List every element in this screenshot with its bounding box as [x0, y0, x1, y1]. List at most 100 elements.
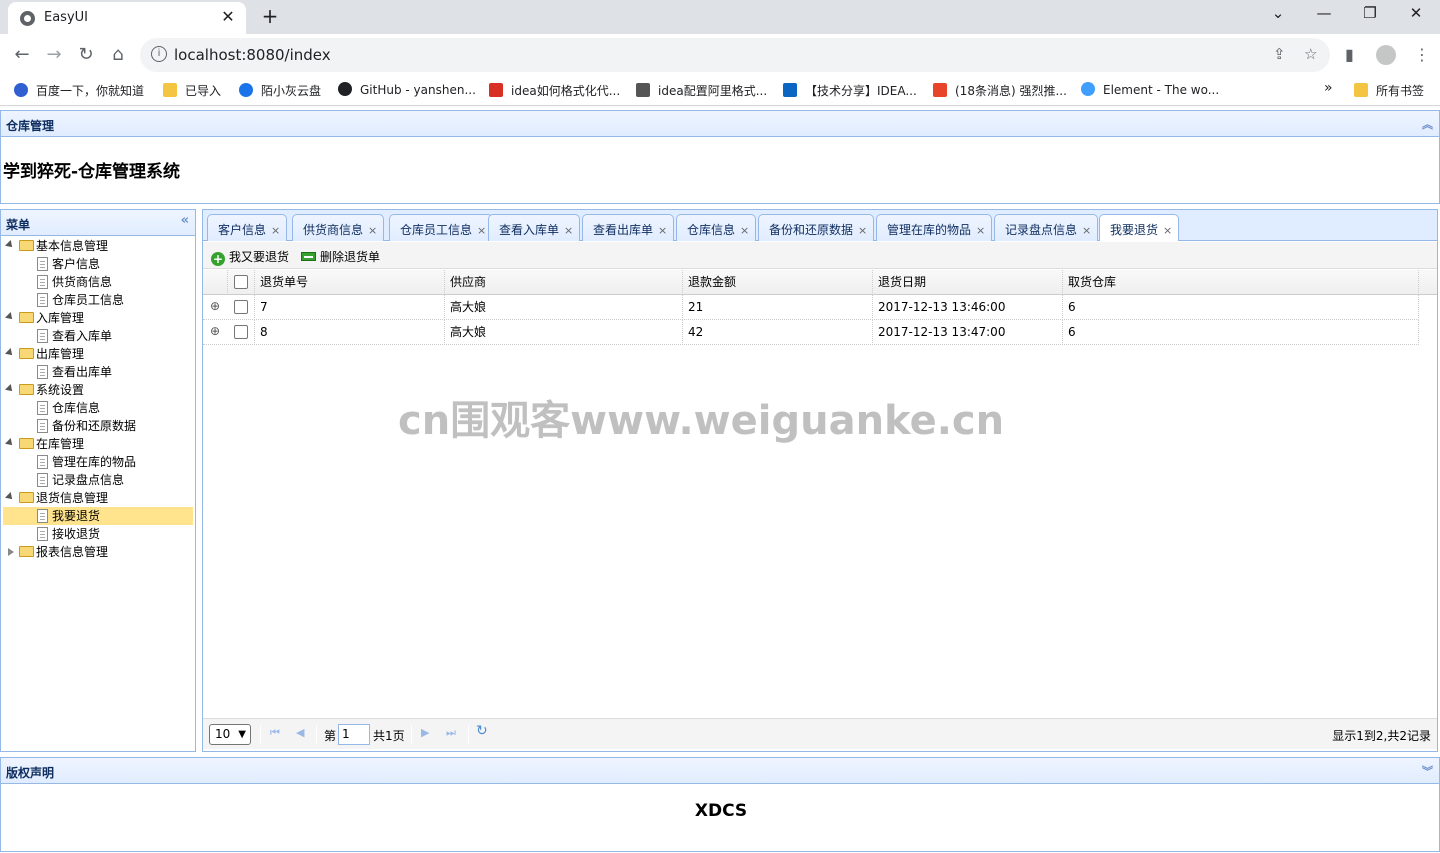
- row-checkbox[interactable]: [234, 325, 248, 339]
- page-number-input[interactable]: 1: [338, 724, 370, 745]
- bookmark-item[interactable]: idea配置阿里格式...: [636, 82, 767, 99]
- home-icon[interactable]: ⌂: [106, 44, 130, 65]
- column-header[interactable]: 取货仓库: [1063, 270, 1419, 295]
- menu-item[interactable]: 客户信息: [3, 255, 193, 273]
- row-expand-icon[interactable]: ⊕: [210, 325, 220, 337]
- browser-tab[interactable]: EasyUI ✕: [8, 2, 246, 34]
- tab-close-icon[interactable]: ×: [658, 224, 667, 237]
- expanded-arrow-icon[interactable]: [5, 492, 15, 502]
- menu-item[interactable]: 仓库员工信息: [3, 291, 193, 309]
- row-checkbox[interactable]: [234, 300, 248, 314]
- tab-close-icon[interactable]: ×: [740, 224, 749, 237]
- tab-close-icon[interactable]: ×: [477, 224, 486, 237]
- close-tab-icon[interactable]: ✕: [218, 7, 238, 26]
- collapse-left-icon[interactable]: «: [181, 213, 189, 228]
- tab[interactable]: 仓库信息 ×: [676, 214, 757, 241]
- select-all-checkbox[interactable]: [234, 275, 248, 289]
- menu-folder[interactable]: 系统设置: [3, 381, 193, 399]
- bookmark-star-icon[interactable]: ☆: [1304, 45, 1317, 63]
- bookmark-item[interactable]: 【技术分享】IDEA...: [783, 82, 917, 99]
- tab-close-icon[interactable]: ×: [368, 224, 377, 237]
- tab[interactable]: 查看入库单 ×: [488, 214, 581, 241]
- sidebar-icon[interactable]: ▮: [1345, 45, 1354, 64]
- expanded-arrow-icon[interactable]: [5, 438, 15, 448]
- expanded-arrow-icon[interactable]: [5, 348, 15, 358]
- first-page-icon[interactable]: ⏮: [270, 726, 280, 740]
- share-icon[interactable]: ⇪: [1273, 45, 1286, 63]
- expanded-arrow-icon[interactable]: [5, 240, 15, 250]
- tab[interactable]: 查看出库单 ×: [582, 214, 675, 241]
- tab-close-icon[interactable]: ×: [976, 224, 985, 237]
- collapse-down-icon[interactable]: ︾: [1422, 763, 1433, 779]
- tab[interactable]: 我要退货 ×: [1099, 214, 1180, 242]
- more-bookmarks-icon[interactable]: »: [1324, 80, 1333, 96]
- tab-close-icon[interactable]: ×: [1082, 224, 1091, 237]
- table-row[interactable]: ⊕ 7 高大娘 21 2017-12-13 13:46:00 6: [203, 295, 1419, 320]
- tab-close-icon[interactable]: ×: [858, 224, 867, 237]
- menu-dots-icon[interactable]: ⋮: [1414, 45, 1430, 64]
- menu-item[interactable]: 管理在库的物品: [3, 453, 193, 471]
- back-icon[interactable]: ←: [10, 44, 34, 65]
- expanded-arrow-icon[interactable]: [5, 384, 15, 394]
- site-info-icon[interactable]: i: [151, 46, 167, 62]
- tab-close-icon[interactable]: ×: [1163, 224, 1172, 237]
- refresh-icon[interactable]: ↻: [476, 723, 488, 739]
- bookmark-item[interactable]: 已导入: [163, 82, 221, 99]
- prev-page-icon[interactable]: ◀: [296, 726, 304, 739]
- column-header[interactable]: 退货单号: [255, 270, 445, 295]
- bookmark-item[interactable]: Element - The wo...: [1081, 82, 1219, 97]
- tab[interactable]: 备份和还原数据 ×: [758, 214, 875, 241]
- restore-icon[interactable]: ❐: [1355, 4, 1385, 22]
- menu-folder[interactable]: 报表信息管理: [3, 543, 193, 561]
- minimize-icon[interactable]: —: [1309, 4, 1339, 22]
- add-return-button[interactable]: + 我又要退货: [211, 248, 289, 266]
- column-header[interactable]: 供应商: [445, 270, 683, 295]
- menu-item[interactable]: 查看出库单: [3, 363, 193, 381]
- url-text[interactable]: localhost:8080/index: [174, 46, 331, 64]
- menu-item[interactable]: 记录盘点信息: [3, 471, 193, 489]
- tab[interactable]: 供货商信息 ×: [292, 214, 385, 241]
- next-page-icon[interactable]: ▶: [421, 726, 429, 739]
- delete-return-button[interactable]: 删除退货单: [301, 248, 380, 265]
- menu-item[interactable]: 查看入库单: [3, 327, 193, 345]
- bookmark-item[interactable]: (18条消息) 强烈推...: [933, 82, 1067, 99]
- tab[interactable]: 客户信息 ×: [207, 214, 288, 241]
- forward-icon[interactable]: →: [42, 44, 66, 65]
- south-panel-header: 版权声明 ︾: [0, 757, 1440, 784]
- profile-avatar[interactable]: [1376, 45, 1396, 65]
- collapse-up-icon[interactable]: ︽: [1422, 116, 1433, 132]
- bookmark-item[interactable]: GitHub - yanshen...: [338, 82, 476, 97]
- column-header[interactable]: 退货日期: [873, 270, 1063, 295]
- page-size-select[interactable]: 10 ▼: [209, 724, 251, 745]
- new-tab-button[interactable]: +: [258, 4, 282, 28]
- reload-icon[interactable]: ↻: [74, 44, 98, 65]
- tab-search-icon[interactable]: ⌄: [1263, 4, 1293, 22]
- menu-folder[interactable]: 出库管理: [3, 345, 193, 363]
- menu-item[interactable]: 我要退货: [3, 507, 193, 525]
- last-page-icon[interactable]: ⏭: [446, 726, 456, 740]
- menu-folder[interactable]: 退货信息管理: [3, 489, 193, 507]
- menu-item[interactable]: 备份和还原数据: [3, 417, 193, 435]
- menu-item[interactable]: 接收退货: [3, 525, 193, 543]
- menu-folder[interactable]: 入库管理: [3, 309, 193, 327]
- table-row[interactable]: ⊕ 8 高大娘 42 2017-12-13 13:47:00 6: [203, 320, 1419, 345]
- tab[interactable]: 管理在库的物品 ×: [876, 214, 993, 241]
- tab[interactable]: 仓库员工信息 ×: [389, 214, 494, 241]
- column-header[interactable]: 退款金额: [683, 270, 873, 295]
- expanded-arrow-icon[interactable]: [5, 312, 15, 322]
- close-window-icon[interactable]: ✕: [1401, 4, 1431, 22]
- bookmark-item[interactable]: 陌小灰云盘: [239, 82, 321, 99]
- menu-folder[interactable]: 基本信息管理: [3, 237, 193, 255]
- menu-item[interactable]: 供货商信息: [3, 273, 193, 291]
- bookmark-item[interactable]: idea如何格式化代...: [489, 82, 620, 99]
- menu-item[interactable]: 仓库信息: [3, 399, 193, 417]
- collapsed-arrow-icon[interactable]: [8, 548, 14, 556]
- tab-close-icon[interactable]: ×: [271, 224, 280, 237]
- tab-close-icon[interactable]: ×: [564, 224, 573, 237]
- bookmark-item[interactable]: 百度一下，你就知道: [14, 82, 144, 99]
- address-bar[interactable]: i localhost:8080/index ⇪ ☆: [140, 38, 1330, 72]
- row-expand-icon[interactable]: ⊕: [210, 300, 220, 312]
- all-bookmarks[interactable]: 所有书签: [1354, 82, 1424, 99]
- tab[interactable]: 记录盘点信息 ×: [994, 214, 1099, 241]
- menu-folder[interactable]: 在库管理: [3, 435, 193, 453]
